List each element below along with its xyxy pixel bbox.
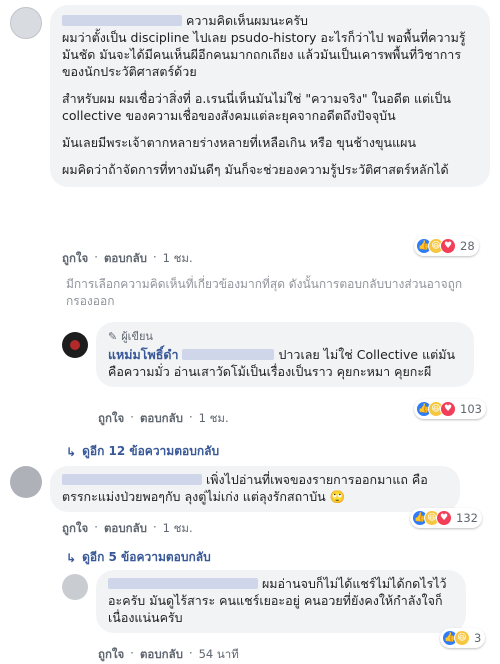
separator: ·	[130, 646, 134, 660]
reply-button[interactable]: ตอบกลับ	[104, 520, 147, 538]
love-icon: ♥	[436, 510, 452, 526]
view-more-replies-link[interactable]: ↳ ดูอีก 12 ข้อความตอบกลับ	[66, 442, 219, 461]
separator: ·	[94, 250, 98, 264]
reaction-summary[interactable]: 👍 😆 3	[440, 628, 486, 648]
timestamp[interactable]: 54 นาที	[199, 646, 239, 664]
author-avatar[interactable]	[62, 332, 88, 358]
separator: ·	[130, 410, 134, 424]
comment-bubble: เพิ่งไปอ่านที่เพจของรายการออกมาแถ คือตรร…	[50, 466, 460, 512]
reaction-summary[interactable]: 👍 😆 ♥ 28	[414, 236, 479, 256]
separator: ·	[152, 520, 157, 534]
author-badge: ✎ ผู้เขียน	[108, 327, 462, 345]
reaction-count: 3	[474, 631, 482, 645]
comment-text: ผมว่าตั้งเป็น discipline ไปเลย psudo-his…	[62, 30, 466, 79]
redacted-author-name[interactable]	[108, 578, 258, 589]
comment-body: ผมอ่านจบก็ไม่ได้แชร์ไม่ได้กดไรไว้อะครับ …	[108, 575, 454, 626]
comment-actions: ถูกใจ · ตอบกลับ · 1 ชม.	[98, 410, 229, 428]
comment-bubble: ความคิดเห็นผมนะครับ ผมว่าตั้งเป็น discip…	[50, 5, 490, 187]
comment-text: มันเลยมีพระเจ้าตากหลายร่างหลายที่เหลือเก…	[62, 135, 417, 150]
redacted-author-name[interactable]	[182, 349, 275, 360]
love-icon: ♥	[440, 238, 456, 254]
redacted-author-name[interactable]	[62, 474, 202, 485]
author-name[interactable]: แหม่มโพธิ์ดำ	[108, 347, 179, 362]
comment-1: ความคิดเห็นผมนะครับ ผมว่าตั้งเป็น discip…	[10, 5, 490, 187]
comment-actions: ถูกใจ · ตอบกลับ · 1 ชม.	[62, 250, 193, 268]
reply-2: ผมอ่านจบก็ไม่ได้แชร์ไม่ได้กดไรไว้อะครับ …	[62, 570, 466, 633]
reaction-summary[interactable]: 👍 😆 ♥ 103	[414, 399, 486, 419]
timestamp[interactable]: 1 ชม.	[199, 410, 229, 428]
reply-button[interactable]: ตอบกลับ	[140, 646, 183, 664]
view-more-replies-label: ดูอีก 5 ข้อความตอบกลับ	[82, 550, 211, 564]
author-badge-label: ผู้เขียน	[121, 330, 153, 343]
view-more-replies-label: ดูอีก 12 ข้อความตอบกลับ	[82, 444, 220, 458]
comment-text: ความคิดเห็นผมนะครับ	[185, 13, 308, 28]
like-button[interactable]: ถูกใจ	[98, 410, 124, 428]
avatar[interactable]	[10, 466, 42, 498]
reply-button[interactable]: ตอบกลับ	[104, 250, 147, 268]
reaction-count: 132	[456, 511, 478, 525]
timestamp[interactable]: 1 ชม.	[163, 520, 193, 538]
reply-arrow-icon: ↳	[66, 444, 77, 459]
reaction-count: 28	[460, 239, 475, 253]
reaction-summary[interactable]: 👍 😆 ♥ 132	[410, 508, 482, 528]
avatar[interactable]	[10, 7, 42, 39]
timestamp[interactable]: 1 ชม.	[163, 250, 193, 268]
comment-text: ผมคิดว่าถ้าจัดการที่ทางมันดีๆ มันก็จะช่ว…	[62, 162, 449, 177]
filter-notice: มีการเลือกความคิดเห็นที่เกี่ยวข้องมากที่…	[66, 277, 463, 308]
like-button[interactable]: ถูกใจ	[62, 250, 88, 268]
comment-body: แหม่มโพธิ์ดำ ปาวเลย ไม่ใช่ Collective แต…	[108, 346, 462, 380]
reaction-count: 103	[460, 402, 482, 416]
love-icon: ♥	[440, 401, 456, 417]
view-more-replies-link[interactable]: ↳ ดูอีก 5 ข้อความตอบกลับ	[66, 548, 211, 567]
separator: ·	[152, 250, 157, 264]
comment-2: เพิ่งไปอ่านที่เพจของรายการออกมาแถ คือตรร…	[10, 466, 460, 512]
avatar[interactable]	[62, 574, 88, 600]
reply-1: ✎ ผู้เขียน แหม่มโพธิ์ดำ ปาวเลย ไม่ใช่ Co…	[62, 322, 474, 387]
separator: ·	[188, 410, 193, 424]
comment-bubble: ผมอ่านจบก็ไม่ได้แชร์ไม่ได้กดไรไว้อะครับ …	[96, 570, 466, 633]
redacted-author-name[interactable]	[62, 15, 182, 26]
reply-button[interactable]: ตอบกลับ	[140, 410, 183, 428]
comment-actions: ถูกใจ · ตอบกลับ · 54 นาที	[98, 646, 239, 664]
reply-arrow-icon: ↳	[66, 550, 77, 565]
comment-bubble: ✎ ผู้เขียน แหม่มโพธิ์ดำ ปาวเลย ไม่ใช่ Co…	[96, 322, 474, 387]
comment-header: ความคิดเห็นผมนะครับ ผมว่าตั้งเป็น discip…	[62, 12, 478, 80]
pen-icon: ✎	[108, 329, 118, 343]
separator: ·	[94, 520, 98, 534]
haha-icon: 😆	[454, 630, 470, 646]
comment-text: สำหรับผม ผมเชื่อว่าสิ่งที่ อ.เรนนี่เห็นม…	[62, 91, 451, 123]
comment-body: เพิ่งไปอ่านที่เพจของรายการออกมาแถ คือตรร…	[62, 471, 448, 505]
like-button[interactable]: ถูกใจ	[62, 520, 88, 538]
separator: ·	[188, 646, 193, 660]
comment-actions: ถูกใจ · ตอบกลับ · 1 ชม.	[62, 520, 193, 538]
like-button[interactable]: ถูกใจ	[98, 646, 124, 664]
